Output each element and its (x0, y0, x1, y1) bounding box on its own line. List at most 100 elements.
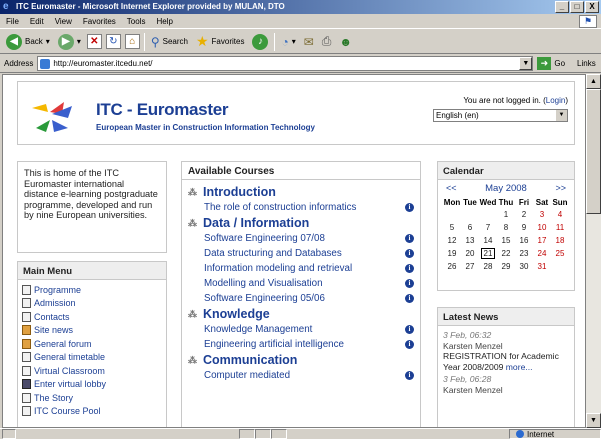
info-icon[interactable]: i (405, 203, 414, 212)
menu-item-the-story[interactable]: The Story (22, 391, 162, 405)
course-label: Data structuring and Databases (204, 248, 342, 259)
forward-button[interactable]: ▶ ▾ (56, 32, 83, 52)
latest-news-block: Latest News 3 Feb, 06:32 Karsten Menzel … (437, 307, 575, 427)
calendar-day: 6 (467, 223, 473, 232)
minimize-button[interactable]: _ (555, 1, 569, 13)
menu-item-contacts[interactable]: Contacts (22, 310, 162, 324)
globe-icon (516, 430, 524, 438)
category-knowledge[interactable]: ⁂ Knowledge (188, 306, 420, 322)
info-icon[interactable]: i (405, 234, 414, 243)
mail-button[interactable]: ✉ (302, 32, 316, 52)
news-title: Latest News (438, 308, 574, 326)
history-button[interactable]: ◔ ▾ (279, 32, 297, 52)
news-date: 3 Feb, 06:32 (443, 330, 492, 340)
menu-help[interactable]: Help (156, 14, 172, 28)
menu-item-general-forum[interactable]: General forum (22, 337, 162, 351)
weekday-header: Wed (479, 198, 497, 207)
category-icon: ⁂ (188, 217, 197, 228)
calendar-day (461, 208, 479, 221)
main-menu-title: Main Menu (18, 262, 166, 280)
language-select[interactable]: English (en) ▼ (433, 109, 568, 122)
menu-item-programme[interactable]: Programme (22, 283, 162, 297)
back-button[interactable]: ◀ Back ▾ (4, 32, 52, 52)
maximize-button[interactable]: □ (570, 1, 584, 13)
vertical-scrollbar[interactable]: ▲ ▼ (586, 74, 601, 428)
course-link[interactable]: Data structuring and Databases i (204, 246, 420, 261)
menu-item-site-news[interactable]: Site news (22, 324, 162, 338)
window-titlebar: e ITC Euromaster - Microsoft Internet Ex… (0, 0, 601, 14)
info-icon[interactable]: i (405, 325, 414, 334)
messenger-button[interactable]: ☻ (337, 32, 354, 52)
info-icon[interactable]: i (405, 340, 414, 349)
course-link[interactable]: Engineering artificial intelligence i (204, 337, 420, 352)
menu-item-general-timetable[interactable]: General timetable (22, 351, 162, 365)
login-link[interactable]: Login (546, 96, 566, 105)
menu-item-label: Enter virtual lobby (34, 379, 107, 390)
course-link[interactable]: Software Engineering 07/08 i (204, 231, 420, 246)
category-label: Knowledge (203, 307, 270, 321)
calendar-day: 10 (537, 223, 547, 232)
print-icon: ⎙ (321, 34, 332, 48)
calendar-day: 2 (521, 210, 527, 219)
calendar-day: 26 (447, 262, 457, 271)
info-icon[interactable]: i (405, 264, 414, 273)
menu-edit[interactable]: Edit (30, 14, 44, 28)
course-link[interactable]: Computer mediated i (204, 368, 420, 383)
scroll-thumb[interactable] (586, 89, 601, 214)
favorites-button[interactable]: ★ Favorites (194, 32, 246, 52)
course-link[interactable]: The role of construction informatics i (204, 200, 420, 215)
status-cell (270, 429, 287, 439)
calendar-day: 9 (521, 223, 527, 232)
stop-icon[interactable]: ✕ (86, 34, 102, 49)
intro-text: This is home of the ITC Euromaster inter… (24, 168, 158, 220)
course-link[interactable]: Information modeling and retrieval i (204, 261, 420, 276)
search-button[interactable]: ⚲ Search (149, 32, 190, 52)
info-icon[interactable]: i (405, 371, 414, 380)
calendar-prev-link[interactable]: << (446, 183, 457, 194)
menu-tools[interactable]: Tools (127, 14, 146, 28)
calendar-day (443, 208, 461, 221)
close-button[interactable]: X (585, 1, 599, 13)
category-introduction[interactable]: ⁂ Introduction (188, 184, 420, 200)
go-button[interactable]: ➜ Go (537, 57, 565, 70)
menu-item-virtual-lobby[interactable]: Enter virtual lobby (22, 378, 162, 392)
links-button[interactable]: Links (577, 59, 596, 68)
menu-item-course-pool[interactable]: ITC Course Pool (22, 405, 162, 419)
info-icon[interactable]: i (405, 279, 414, 288)
menu-file[interactable]: File (6, 14, 19, 28)
scroll-down-icon[interactable]: ▼ (586, 413, 601, 428)
print-button[interactable]: ⎙ (320, 32, 334, 52)
category-communication[interactable]: ⁂ Communication (188, 352, 420, 368)
course-link[interactable]: Knowledge Management i (204, 322, 420, 337)
category-icon: ⁂ (188, 354, 197, 365)
menu-item-virtual-classroom[interactable]: Virtual Classroom (22, 364, 162, 378)
menu-view[interactable]: View (55, 14, 72, 28)
home-icon[interactable]: ⌂ (124, 34, 140, 49)
media-button[interactable]: ♪ (250, 32, 270, 52)
document-icon (22, 284, 31, 295)
chevron-down-icon[interactable]: ▼ (519, 57, 533, 70)
main-menu-list: Programme Admission Contacts Site news G… (18, 280, 166, 421)
calendar-day: 12 (447, 236, 457, 245)
info-icon[interactable]: i (405, 294, 414, 303)
calendar-next-link[interactable]: >> (555, 183, 566, 194)
menu-item-label: Site news (34, 325, 74, 336)
document-icon (22, 352, 31, 363)
category-data-information[interactable]: ⁂ Data / Information (188, 215, 420, 231)
calendar-day: 3 (539, 210, 545, 219)
menu-item-admission[interactable]: Admission (22, 297, 162, 311)
news-more-link[interactable]: more... (506, 362, 533, 372)
menu-favorites[interactable]: Favorites (83, 14, 116, 28)
zone-label: Internet (527, 429, 555, 439)
info-icon[interactable]: i (405, 249, 414, 258)
chevron-down-icon[interactable]: ▼ (556, 110, 567, 121)
address-input[interactable]: http://euromaster.itcedu.net/ ▼ (37, 56, 534, 71)
course-link[interactable]: Software Engineering 05/06 i (204, 291, 420, 306)
course-link[interactable]: Modelling and Visualisation i (204, 276, 420, 291)
calendar-month-link[interactable]: May 2008 (485, 183, 527, 194)
course-label: Software Engineering 07/08 (204, 233, 325, 244)
forum-icon (22, 325, 31, 336)
refresh-icon[interactable]: ↻ (105, 34, 121, 49)
scroll-up-icon[interactable]: ▲ (586, 74, 601, 89)
menu-item-label: ITC Course Pool (34, 406, 101, 417)
